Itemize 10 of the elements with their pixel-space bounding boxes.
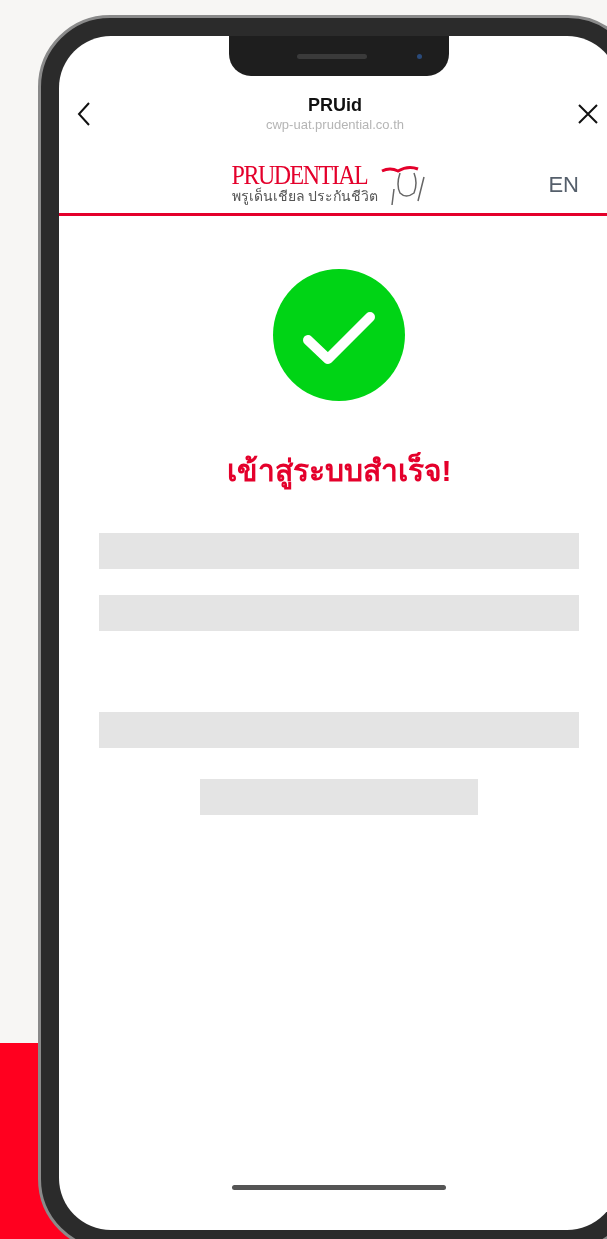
back-icon: [77, 101, 91, 127]
browser-title: PRUid: [308, 94, 362, 116]
browser-url: cwp-uat.prudential.co.th: [266, 116, 404, 134]
success-check-icon: [273, 269, 405, 401]
logo-tagline: พรูเด็นเชียล ประกันชีวิต: [231, 186, 379, 205]
speaker-grille: [296, 53, 367, 59]
language-toggle[interactable]: EN: [548, 168, 579, 201]
success-message: เข้าสู่ระบบสำเร็จ!: [226, 451, 452, 491]
close-icon: [577, 103, 599, 125]
logo-wordmark: PRUDENTIAL: [231, 161, 368, 188]
